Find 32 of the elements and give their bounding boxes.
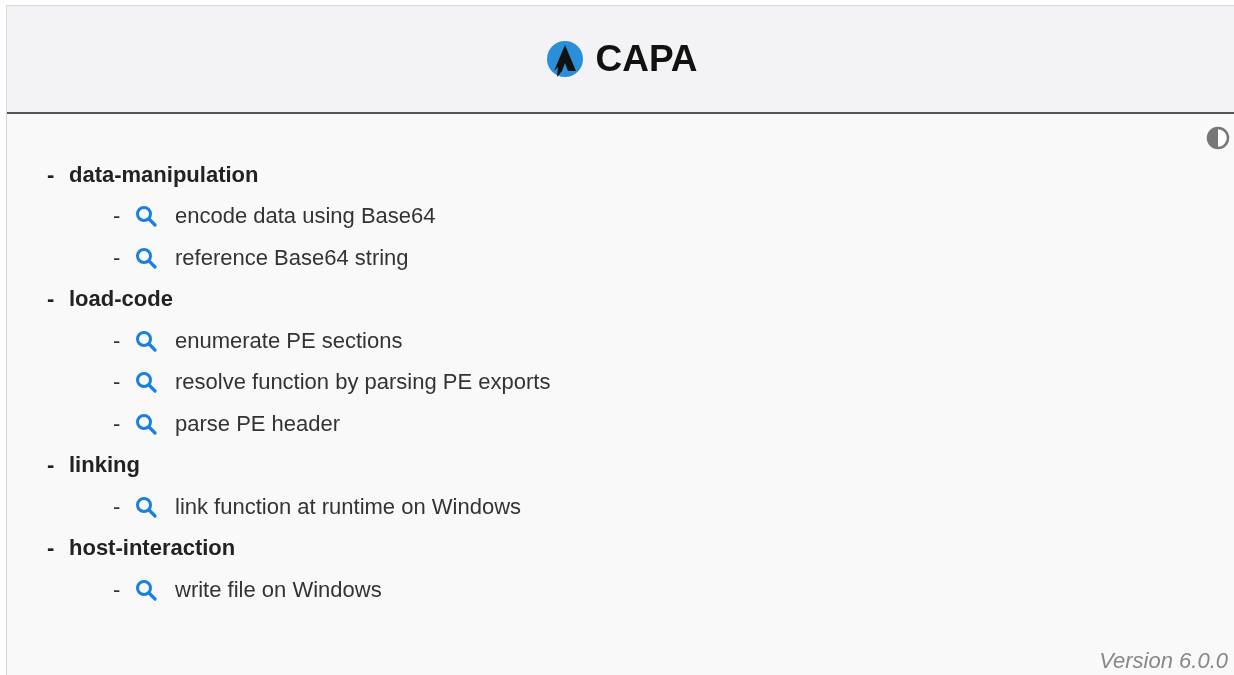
bullet: - bbox=[113, 244, 122, 271]
logo-text: CAPA bbox=[595, 38, 698, 80]
bullet: - bbox=[113, 576, 122, 603]
category-label: linking bbox=[69, 452, 140, 479]
bullet: - bbox=[47, 535, 56, 562]
bullet: - bbox=[113, 203, 122, 230]
capability-label: resolve function by parsing PE exports bbox=[175, 369, 551, 396]
bullet: - bbox=[113, 410, 122, 437]
bullet: - bbox=[113, 493, 122, 520]
bullet: - bbox=[47, 161, 56, 188]
search-icon[interactable] bbox=[135, 412, 157, 435]
bullet: - bbox=[113, 369, 122, 396]
version-label: Version 6.0.0 bbox=[1099, 648, 1228, 674]
capability-label: parse PE header bbox=[175, 410, 341, 437]
bullet: - bbox=[47, 286, 56, 313]
search-icon[interactable] bbox=[135, 246, 157, 269]
search-icon[interactable] bbox=[135, 205, 157, 228]
category-label: host-interaction bbox=[69, 535, 236, 562]
capability-label: link function at runtime on Windows bbox=[175, 493, 522, 520]
capability-label: enumerate PE sections bbox=[175, 327, 403, 354]
category-label: data-manipulation bbox=[69, 161, 259, 188]
bullet: - bbox=[113, 327, 122, 354]
capability-label: write file on Windows bbox=[175, 576, 382, 603]
contrast-icon[interactable] bbox=[1206, 126, 1230, 150]
bullet: - bbox=[47, 452, 56, 479]
search-icon[interactable] bbox=[135, 329, 157, 352]
capability-label: encode data using Base64 bbox=[175, 203, 436, 230]
category-label: load-code bbox=[69, 286, 173, 313]
search-icon[interactable] bbox=[135, 578, 157, 601]
search-icon[interactable] bbox=[135, 495, 157, 518]
search-icon[interactable] bbox=[135, 371, 157, 394]
capability-label: reference Base64 string bbox=[175, 244, 409, 271]
